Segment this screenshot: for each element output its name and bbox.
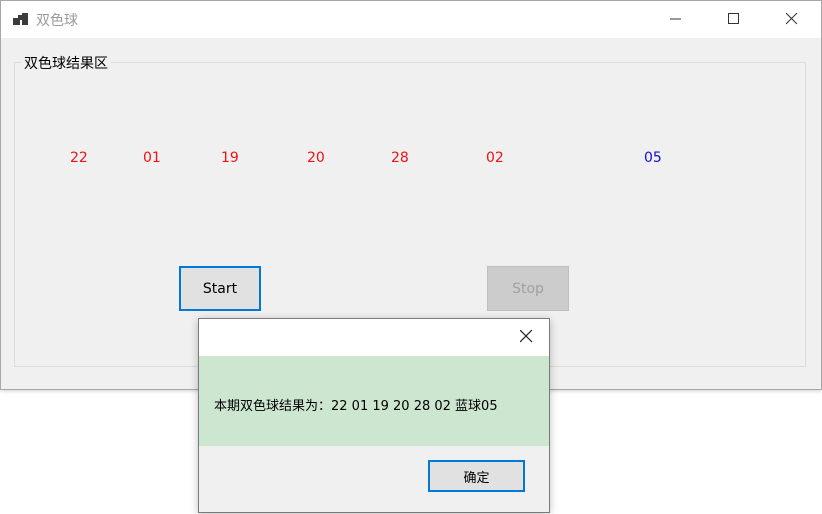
maximize-icon xyxy=(728,10,740,29)
blue-ball: 05 xyxy=(644,150,662,166)
app-icon xyxy=(13,12,29,28)
title-bar[interactable]: 双色球 xyxy=(1,1,821,38)
stop-button[interactable]: Stop xyxy=(487,266,569,311)
group-label: 双色球结果区 xyxy=(21,53,111,73)
red-ball-4: 20 xyxy=(307,150,325,166)
minimize-button[interactable] xyxy=(647,1,705,38)
minimize-icon xyxy=(670,10,682,29)
red-ball-6: 02 xyxy=(486,150,504,166)
close-icon xyxy=(519,328,533,347)
dialog-message-area: 本期双色球结果为：22 01 19 20 28 02 蓝球05 xyxy=(199,356,549,446)
start-button[interactable]: Start xyxy=(179,266,261,311)
red-ball-5: 28 xyxy=(391,150,409,166)
red-ball-3: 19 xyxy=(221,150,239,166)
dialog-message: 本期双色球结果为：22 01 19 20 28 02 蓝球05 xyxy=(214,399,498,414)
maximize-button[interactable] xyxy=(705,1,763,38)
red-ball-1: 22 xyxy=(70,150,88,166)
ok-button[interactable]: 确定 xyxy=(428,460,525,492)
red-ball-2: 01 xyxy=(143,150,161,166)
close-icon xyxy=(785,10,798,29)
window-title: 双色球 xyxy=(36,13,78,29)
result-dialog: 本期双色球结果为：22 01 19 20 28 02 蓝球05 确定 xyxy=(198,318,550,513)
dialog-title-bar[interactable] xyxy=(199,319,549,356)
dialog-close-button[interactable] xyxy=(503,319,549,356)
close-button[interactable] xyxy=(763,1,821,38)
